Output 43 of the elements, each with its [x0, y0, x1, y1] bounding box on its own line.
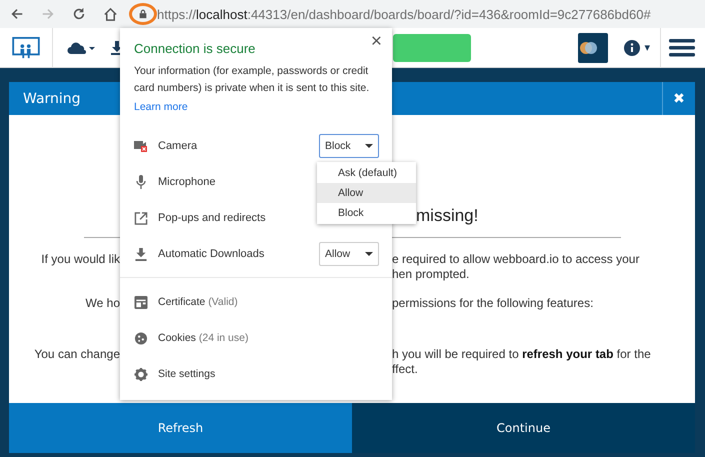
popup-title: Connection is secure [134, 41, 256, 57]
menu-item[interactable]: Ask (default) [317, 163, 416, 183]
info-icon[interactable] [624, 40, 640, 56]
message-text: If you would lik [41, 252, 120, 267]
certificate-icon [134, 296, 148, 308]
permission-select[interactable]: Allow [319, 242, 379, 266]
permission-label: Pop-ups and redirects [158, 212, 266, 224]
site-info-link[interactable]: Site settings [158, 368, 216, 380]
permission-label: Microphone [158, 176, 216, 188]
cookie-icon [134, 332, 148, 344]
avatar-icon[interactable] [578, 32, 608, 62]
message-text: ffect. [392, 362, 419, 377]
lock-icon[interactable] [129, 3, 157, 25]
close-button[interactable]: × [368, 31, 384, 53]
message-text: hen prompted. [392, 267, 470, 282]
permission-label: Automatic Downloads [158, 248, 264, 260]
permission-select[interactable]: Block [319, 134, 379, 158]
logo-icon[interactable] [12, 36, 40, 58]
caret-icon[interactable]: ▾ [644, 41, 650, 54]
menu-icon[interactable] [669, 38, 695, 58]
message-text: e required to allow webboard.io to access your [392, 252, 640, 267]
site-info-link[interactable]: Certificate (Valid) [158, 296, 238, 308]
menu-item[interactable]: Block [317, 203, 416, 223]
close-button[interactable]: ✖ [662, 82, 695, 115]
message-text: We ho [86, 296, 120, 311]
settings-icon [134, 368, 148, 380]
dialog-heading: missing! [415, 205, 480, 227]
menu-item[interactable]: Allow [317, 183, 416, 203]
caret-icon [365, 144, 373, 148]
back-icon[interactable] [10, 7, 24, 21]
message-text: h you will be required to refresh your tab for the [392, 347, 652, 362]
description-text: Your information (for example, passwords or credit card numbers) is private when it is sent to this site. [134, 64, 370, 96]
refresh-button[interactable]: Refresh [9, 403, 352, 453]
permission-label: Camera [158, 140, 198, 152]
message-text: You can change [34, 347, 120, 362]
site-info-link[interactable]: Cookies (24 in use) [158, 332, 248, 344]
home-icon[interactable] [103, 6, 118, 22]
message-text: permissions for the following features: [392, 296, 594, 311]
continue-button[interactable]: Continue [352, 403, 695, 453]
learn-more-link[interactable]: Learn more [134, 99, 188, 116]
caret-icon [365, 252, 373, 256]
reload-icon[interactable] [72, 7, 86, 21]
cloud-icon[interactable] [67, 40, 97, 54]
